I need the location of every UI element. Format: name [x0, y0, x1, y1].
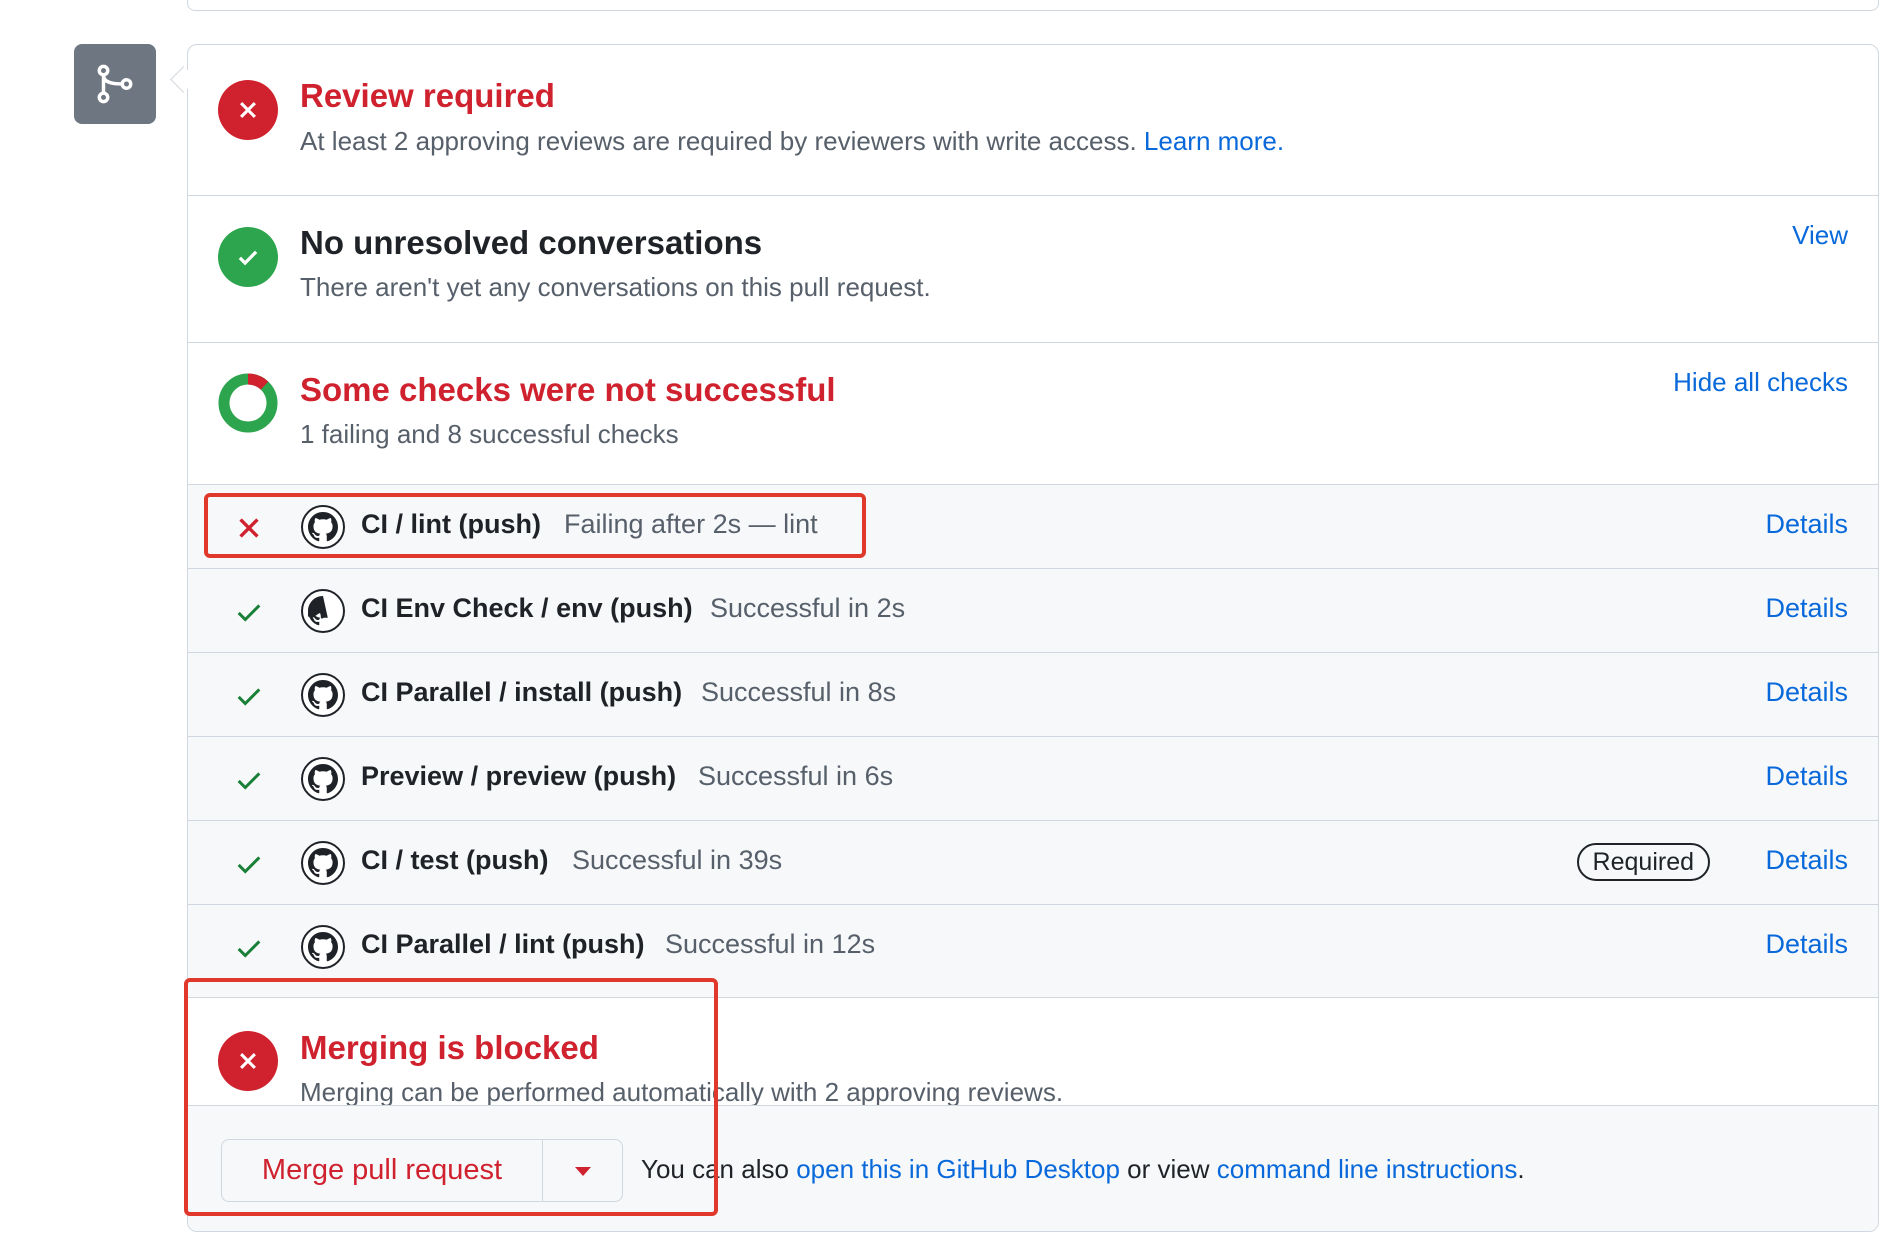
github-logo-icon: [301, 841, 345, 885]
required-badge: Required: [1576, 843, 1710, 881]
check-name: Preview / preview (push): [361, 761, 677, 791]
check-name: CI Env Check / env (push): [361, 593, 693, 623]
previous-card-edge: [187, 0, 1879, 11]
check-details-link[interactable]: Details: [1765, 509, 1848, 540]
footer-text-middle: or view: [1127, 1154, 1210, 1184]
check-description: Successful in 12s: [665, 929, 876, 959]
x-circle-icon: [218, 1031, 278, 1091]
checks-title: Some checks were not successful: [300, 371, 836, 408]
check-row: CI / lint (push) Failing after 2s — lint…: [188, 485, 1878, 569]
check-details-link[interactable]: Details: [1765, 929, 1848, 960]
footer-text-suffix: .: [1517, 1154, 1525, 1184]
check-row: CI Env Check / env (push) Successful in …: [188, 569, 1878, 653]
merge-status-badge: [74, 44, 156, 124]
check-icon: [237, 604, 261, 622]
view-conversations-link[interactable]: View: [1792, 220, 1848, 251]
check-name: CI / lint (push): [361, 509, 541, 539]
merge-pull-request-button[interactable]: Merge pull request: [222, 1140, 543, 1201]
conversations-title: No unresolved conversations: [300, 224, 763, 261]
merging-title: Merging is blocked: [300, 1029, 599, 1066]
learn-more-link[interactable]: Learn more.: [1144, 126, 1284, 156]
merge-box: Review required At least 2 approving rev…: [187, 44, 1879, 1232]
check-row: Preview / preview (push) Successful in 6…: [188, 737, 1878, 821]
check-name: CI / test (push): [361, 845, 549, 875]
check-icon: [237, 688, 261, 706]
check-circle-icon: [218, 227, 278, 287]
conversations-section: No unresolved conversations There aren't…: [188, 196, 1878, 343]
check-icon: [237, 856, 261, 874]
merge-button-group: Merge pull request: [221, 1139, 623, 1202]
hide-all-checks-link[interactable]: Hide all checks: [1673, 367, 1848, 398]
check-row: CI / test (push) Successful in 39s Requi…: [188, 821, 1878, 905]
check-details-link[interactable]: Details: [1765, 845, 1848, 876]
check-description: Successful in 2s: [710, 593, 906, 623]
merging-section: Merging is blocked Merging can be perfor…: [188, 997, 1878, 1107]
review-description-text: At least 2 approving reviews are require…: [300, 126, 1137, 156]
merging-description: Merging can be performed automatically w…: [300, 1077, 1064, 1107]
checks-summary: 1 failing and 8 successful checks: [300, 419, 679, 449]
check-row: CI Parallel / lint (push) Successful in …: [188, 905, 1878, 989]
review-section: Review required At least 2 approving rev…: [188, 45, 1878, 196]
checks-list[interactable]: CI / lint (push) Failing after 2s — lint…: [188, 485, 1878, 998]
check-details-link[interactable]: Details: [1765, 761, 1848, 792]
check-description: Successful in 6s: [698, 761, 894, 791]
check-name: CI Parallel / install (push): [361, 677, 683, 707]
github-desktop-link[interactable]: open this in GitHub Desktop: [796, 1154, 1120, 1184]
github-logo-icon: [301, 757, 345, 801]
merge-method-dropdown[interactable]: [543, 1140, 622, 1201]
footer-help-text: You can also open this in GitHub Desktop…: [641, 1154, 1525, 1185]
check-description: Successful in 39s: [572, 845, 783, 875]
check-details-link[interactable]: Details: [1765, 593, 1848, 624]
check-icon: [237, 940, 261, 958]
github-logo-icon: [301, 673, 345, 717]
checks-progress-ring-icon: [218, 373, 278, 433]
review-title: Review required: [300, 77, 555, 114]
check-name: CI Parallel / lint (push): [361, 929, 645, 959]
command-line-instructions-link[interactable]: command line instructions: [1217, 1154, 1518, 1184]
github-logo-icon: [301, 589, 345, 633]
check-row: CI Parallel / install (push) Successful …: [188, 653, 1878, 737]
x-circle-icon: [218, 80, 278, 140]
github-logo-icon: [301, 925, 345, 969]
conversations-description: There aren't yet any conversations on th…: [300, 272, 931, 302]
footer-text-prefix: You can also: [641, 1154, 789, 1184]
check-icon: [237, 772, 261, 790]
x-icon: [239, 518, 259, 538]
check-description: Successful in 8s: [701, 677, 897, 707]
checks-section: Some checks were not successful 1 failin…: [188, 343, 1878, 485]
review-description: At least 2 approving reviews are require…: [300, 126, 1284, 157]
merge-footer: Merge pull request You can also open thi…: [188, 1105, 1878, 1231]
git-merge-icon: [97, 64, 133, 104]
github-logo-icon: [301, 505, 345, 549]
check-description: Failing after 2s — lint: [564, 509, 818, 539]
triangle-down-icon: [574, 1166, 591, 1176]
check-details-link[interactable]: Details: [1765, 677, 1848, 708]
